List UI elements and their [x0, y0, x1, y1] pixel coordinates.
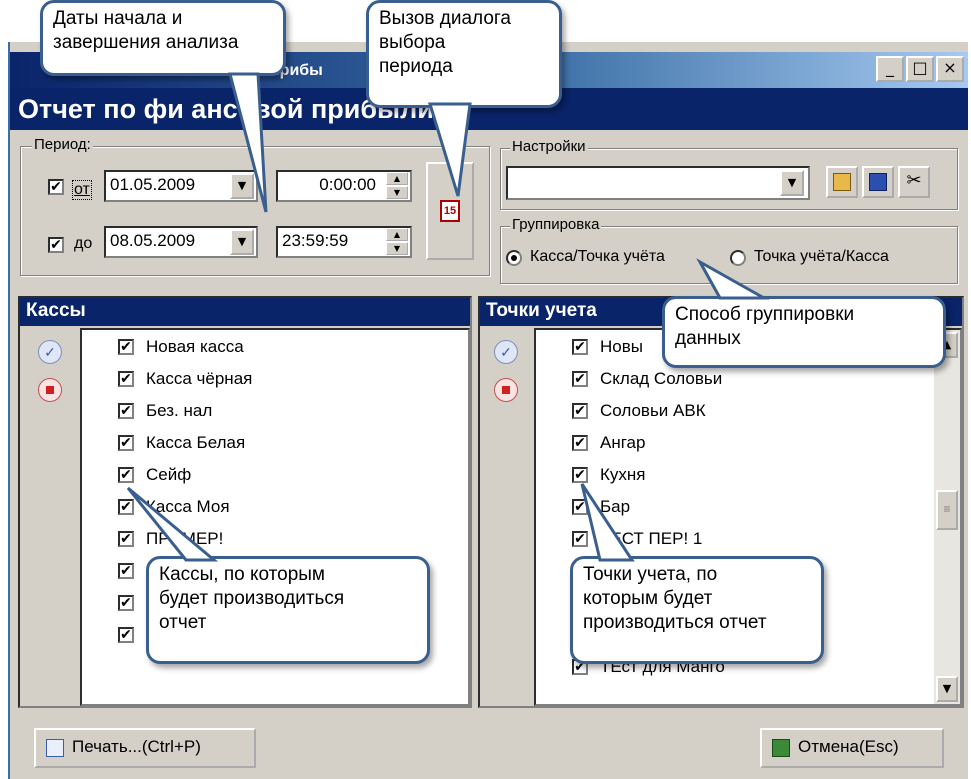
pointer-grouping	[696, 258, 770, 300]
pointer-points	[580, 483, 635, 562]
pointer-dates	[228, 72, 268, 213]
pointer-cashboxes	[126, 486, 219, 562]
pointer-period-dialog	[427, 102, 472, 197]
callout-pointers	[126, 72, 770, 562]
